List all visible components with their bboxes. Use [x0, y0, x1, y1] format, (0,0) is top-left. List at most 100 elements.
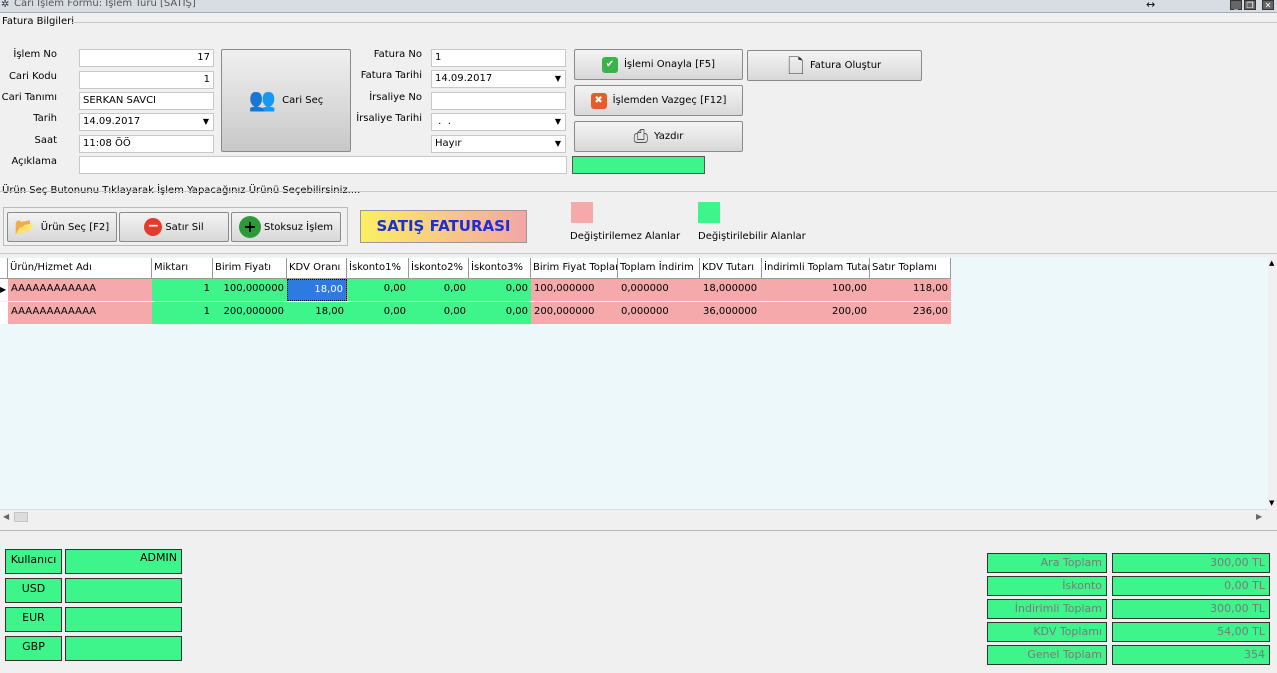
cari-tanimi-field[interactable]: SERKAN SAVCI [79, 92, 214, 110]
cari-sec-button[interactable]: 👥 Cari Seç [221, 49, 351, 152]
column-header-iskonto2[interactable]: İskonto2% [409, 258, 469, 279]
tarih-field[interactable]: 14.09.2017 ▼ [79, 113, 214, 131]
grid-cell-satir-toplami[interactable]: 118,00 [870, 279, 951, 301]
cari-kodu-field[interactable]: 1 [79, 71, 214, 89]
document-icon: 🗋 [787, 53, 804, 78]
grid-cell-iskonto3[interactable]: 0,00 [469, 302, 531, 324]
stoksuz-islem-label: Stoksuz İşlem [264, 221, 333, 233]
grid-cell-miktar[interactable]: 1 [152, 279, 213, 301]
total-value-kdv-toplami: 54,00 TL [1112, 622, 1270, 642]
info-label-kullanıcı: Kullanıcı [5, 549, 62, 574]
chevron-down-icon[interactable]: ▼ [553, 74, 563, 84]
fatura-tarihi-label: Fatura Tarihi [360, 70, 422, 81]
column-header-miktar[interactable]: Miktarı [152, 258, 213, 279]
irsaliye-no-label: İrsaliye No [369, 92, 422, 103]
confirm-icon: ✔ [601, 56, 618, 73]
fatura-tarihi-field[interactable]: 14.09.2017 ▼ [431, 70, 566, 88]
grid-cell-urun-adi[interactable]: AAAAAAAAAAAA [8, 302, 152, 324]
grid-cell-toplam-indirim[interactable]: 0,000000 [618, 279, 700, 301]
saat-field[interactable]: 11:08 ÖÖ [79, 135, 214, 153]
grid-cell-birim-fiyati[interactable]: 200,000000 [213, 302, 287, 324]
column-header-urun-adi[interactable]: Ürün/Hizmet Adı [8, 258, 152, 279]
info-value-usd [65, 578, 182, 603]
stoksuz-islem-button[interactable]: + Stoksuz İşlem [231, 212, 341, 242]
column-header-toplam-indirim[interactable]: Toplam İndirim [618, 258, 700, 279]
restore-button[interactable]: ❐ [1244, 0, 1256, 10]
chevron-down-icon[interactable]: ▼ [553, 117, 563, 127]
fatura-no-label: Fatura No [373, 49, 422, 60]
horizontal-scrollbar[interactable]: ◀ ▶ [0, 509, 1268, 524]
info-value-eur [65, 607, 182, 632]
resize-icon[interactable]: ↔ [1146, 0, 1155, 11]
islemi-onayla-button[interactable]: ✔ İşlemi Onayla [F5] [574, 49, 743, 80]
scroll-up-icon[interactable]: ▲ [1269, 259, 1274, 267]
column-header-iskonto3[interactable]: İskonto3% [469, 258, 531, 279]
row-header[interactable] [0, 302, 8, 324]
chevron-down-icon[interactable]: ▼ [201, 117, 211, 127]
info-label-gbp: GBP [5, 636, 62, 661]
cancel-icon: ✖ [590, 92, 607, 109]
irsaliye-no-field[interactable] [431, 92, 566, 110]
fatura-olustur-label: Fatura Oluştur [809, 60, 882, 71]
scroll-down-icon[interactable]: ▼ [1269, 499, 1274, 507]
grid-cell-birim-fiyati[interactable]: 100,000000 [213, 279, 287, 301]
total-value-indirimli-toplam: 300,00 TL [1112, 599, 1270, 619]
yazdir-button[interactable]: ⎙ Yazdır [574, 121, 743, 152]
cari-tanimi-label: Cari Tanımı [1, 92, 57, 103]
total-label-kdv-toplami: KDV Toplamı [987, 622, 1107, 642]
irsaliye-tarihi-value: . . [435, 116, 451, 127]
column-header-birim-fiyati[interactable]: Birim Fiyatı [213, 258, 287, 279]
grid-cell-iskonto1[interactable]: 0,00 [347, 279, 409, 301]
fatura-olustur-button[interactable]: 🗋 Fatura Oluştur [747, 50, 922, 81]
scroll-right-icon[interactable]: ▶ [1256, 512, 1262, 521]
total-value-iskonto: 0,00 TL [1112, 576, 1270, 596]
aciklama-field[interactable] [79, 156, 567, 174]
grid-cell-miktar[interactable]: 1 [152, 302, 213, 324]
grid-cell-iskonto2[interactable]: 0,00 [409, 302, 469, 324]
legend-editable-label: Değiştirilebilir Alanlar [698, 231, 806, 242]
column-header-satir-toplami[interactable]: Satır Toplamı [870, 258, 951, 279]
grid-cell-urun-adi[interactable]: AAAAAAAAAAAA [8, 279, 152, 301]
fatura-durum-select[interactable]: Hayır ▼ [431, 135, 566, 153]
grid-cell-indirimli-toplam-tutar[interactable]: 100,00 [762, 279, 870, 301]
islemden-vazgec-button[interactable]: ✖ İşlemden Vazgeç [F12] [574, 85, 743, 116]
close-button[interactable]: ✕ [1262, 0, 1274, 10]
grid-cell-birim-fiyat-toplam[interactable]: 200,000000 [531, 302, 618, 324]
column-header-iskonto1[interactable]: İskonto1% [347, 258, 409, 279]
chevron-down-icon[interactable]: ▼ [553, 139, 563, 149]
irsaliye-tarihi-label: İrsaliye Tarihi [356, 113, 422, 124]
section-title: Fatura Bilgileri [2, 16, 75, 27]
grid-cell-toplam-indirim[interactable]: 0,000000 [618, 302, 700, 324]
total-label-iskonto: İskonto [987, 576, 1107, 596]
grid-cell-indirimli-toplam-tutar[interactable]: 200,00 [762, 302, 870, 324]
vertical-scrollbar[interactable]: ▲ ▼ [1268, 257, 1277, 509]
grid-cell-birim-fiyat-toplam[interactable]: 100,000000 [531, 279, 618, 301]
satir-sil-button[interactable]: − Satır Sil [119, 212, 229, 242]
column-header-kdv-tutari[interactable]: KDV Tutarı [700, 258, 762, 279]
grid-cell-kdv-tutari[interactable]: 18,000000 [700, 279, 762, 301]
irsaliye-tarihi-field[interactable]: . . ▼ [431, 113, 566, 131]
grid-cell-kdv-orani[interactable]: 18,00 [287, 279, 347, 301]
status-indicator [572, 156, 705, 174]
fatura-tarihi-value: 14.09.2017 [435, 73, 493, 84]
grid-cell-iskonto2[interactable]: 0,00 [409, 279, 469, 301]
column-header-birim-fiyat-toplam[interactable]: Birim Fiyat Toplam [531, 258, 618, 279]
scroll-left-icon[interactable]: ◀ [3, 512, 9, 521]
grid-cell-kdv-orani[interactable]: 18,00 [287, 302, 347, 324]
scroll-thumb[interactable] [14, 512, 28, 522]
grid-cell-iskonto1[interactable]: 0,00 [347, 302, 409, 324]
grid-cell-satir-toplami[interactable]: 236,00 [870, 302, 951, 324]
column-header-kdv-orani[interactable]: KDV Oranı [287, 258, 347, 279]
column-header-indirimli-toplam-tutar[interactable]: İndirimli Toplam Tutar [762, 258, 870, 279]
tarih-label: Tarih [33, 113, 57, 124]
grid-cell-iskonto3[interactable]: 0,00 [469, 279, 531, 301]
minimize-button[interactable]: _ [1230, 0, 1242, 10]
row-header[interactable]: ▶ [0, 279, 8, 301]
grid-cell-kdv-tutari[interactable]: 36,000000 [700, 302, 762, 324]
fatura-no-field[interactable]: 1 [431, 49, 566, 67]
urun-sec-button[interactable]: 📂 Ürün Seç [F2] [7, 212, 117, 242]
total-label-ara-toplam: Ara Toplam [987, 553, 1107, 573]
islem-no-field[interactable]: 17 [79, 49, 214, 67]
satir-sil-label: Satır Sil [165, 221, 204, 233]
satis-faturasi-banner: SATIŞ FATURASI [360, 210, 527, 243]
